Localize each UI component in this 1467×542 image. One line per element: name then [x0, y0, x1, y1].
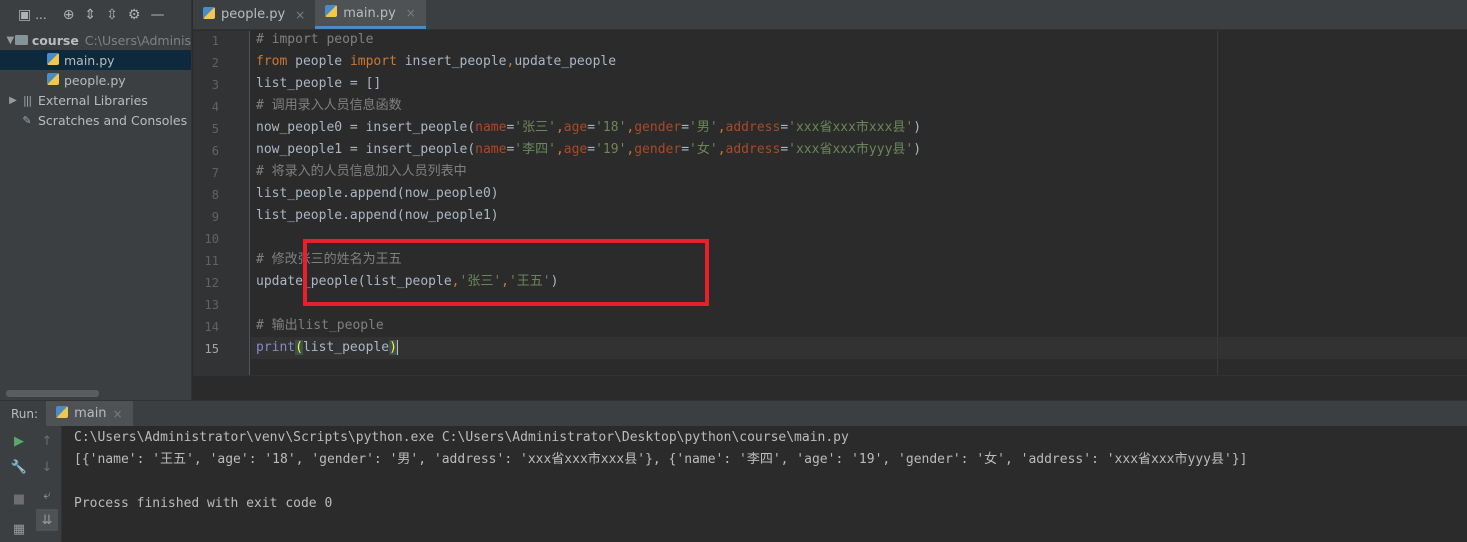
line-number: 10	[204, 232, 219, 246]
code-line[interactable]: from people import insert_people,update_…	[256, 51, 616, 73]
stop-icon[interactable]: ■	[8, 488, 30, 510]
tree-item-people-py[interactable]: people.py	[0, 70, 191, 90]
console-line: Process finished with exit code 0	[74, 496, 333, 511]
line-number-gutter: 1 2 3 4 5 6 7 8 9 10 11 12 13 14 15	[193, 31, 250, 375]
hide-icon[interactable]: —	[150, 7, 164, 23]
line-number-current: 15	[204, 342, 219, 356]
line-number: 2	[211, 56, 219, 70]
collapse-all-icon[interactable]: ⇳	[106, 7, 118, 23]
console-line: [{'name': '王五', 'age': '18', 'gender': '…	[74, 452, 1248, 467]
code-line[interactable]: now_people0 = insert_people(name='张三',ag…	[256, 117, 921, 139]
caret-row-highlight	[251, 337, 1467, 359]
text-caret	[396, 340, 398, 355]
rerun-icon[interactable]: ▶	[8, 430, 30, 452]
python-file-icon	[56, 405, 69, 422]
close-icon[interactable]: ×	[113, 407, 123, 421]
tree-item-label: main.py	[64, 52, 115, 68]
code-line[interactable]: list_people.append(now_people1)	[256, 205, 499, 227]
tree-item-course[interactable]: ▼ course C:\Users\Adminis	[0, 30, 191, 50]
run-tab-main[interactable]: main ×	[46, 401, 133, 426]
line-number: 8	[211, 188, 219, 202]
run-label: Run:	[11, 406, 39, 421]
arrow-up-icon[interactable]: ↑	[36, 430, 58, 452]
project-view-icon[interactable]: ▣	[18, 7, 31, 23]
run-panel-header: Run: main ×	[0, 400, 1467, 426]
scratches-icon: ✎	[22, 113, 32, 127]
line-number: 3	[211, 78, 219, 92]
code-line[interactable]: # 调用录入人员信息函数	[256, 95, 402, 117]
chevron-down-icon[interactable]: ▼	[6, 35, 15, 46]
tab-main-py[interactable]: main.py ×	[315, 0, 426, 29]
editor-horizontal-scroll-area[interactable]	[193, 375, 1467, 399]
line-number: 13	[204, 298, 219, 312]
python-file-icon	[325, 5, 338, 21]
editor-tab-bar: people.py × main.py ×	[193, 0, 1467, 30]
line-number: 14	[204, 320, 219, 334]
project-root-name: course	[31, 32, 79, 48]
tab-label: people.py	[221, 7, 286, 22]
run-toolbar: ▶ 🔧 ■ ▦ ↑ ↓ ⤶ ⇊	[0, 426, 62, 542]
tab-label: main.py	[343, 5, 396, 21]
code-line[interactable]: # 将录入的人员信息加入人员列表中	[256, 161, 467, 183]
line-number: 1	[211, 34, 219, 48]
tree-item-label: people.py	[64, 72, 126, 88]
line-number: 4	[211, 100, 219, 114]
locate-icon[interactable]: ⊕	[63, 7, 75, 23]
gear-icon[interactable]: ⚙	[128, 7, 141, 23]
code-editor[interactable]: 1 2 3 4 5 6 7 8 9 10 11 12 13 14 15 # im…	[193, 31, 1467, 375]
code-area[interactable]: # import people from people import inser…	[251, 31, 1467, 375]
run-console-output[interactable]: C:\Users\Administrator\venv\Scripts\pyth…	[62, 426, 1467, 542]
wrench-icon[interactable]: 🔧	[8, 456, 30, 478]
code-line[interactable]: list_people.append(now_people0)	[256, 183, 499, 205]
project-panel: ▣ ... ⊕ ⇕ ⇳ ⚙ — ▼ course C:\Users\Admini…	[0, 0, 192, 400]
chevron-right-icon[interactable]: ▶	[6, 95, 20, 106]
code-line-current[interactable]: print(list_people)	[256, 337, 398, 359]
python-file-icon	[46, 72, 60, 88]
code-line[interactable]: # import people	[256, 31, 373, 51]
layout-icon[interactable]: ▦	[8, 518, 30, 540]
code-line[interactable]: # 输出list_people	[256, 315, 384, 337]
right-margin-guide	[1217, 31, 1218, 375]
project-root-path: C:\Users\Adminis	[84, 32, 191, 48]
python-file-icon	[46, 52, 60, 68]
folder-icon	[14, 34, 28, 47]
python-file-icon	[203, 6, 215, 23]
scroll-to-end-icon[interactable]: ⇊	[36, 509, 58, 531]
line-number: 6	[211, 144, 219, 158]
line-number: 7	[211, 166, 219, 180]
library-icon: |||	[22, 93, 32, 107]
close-icon[interactable]: ×	[406, 6, 416, 20]
close-icon[interactable]: ×	[295, 8, 305, 22]
line-number: 5	[211, 122, 219, 136]
line-number: 12	[204, 276, 219, 290]
tree-item-label: Scratches and Consoles	[38, 112, 188, 128]
arrow-down-icon[interactable]: ↓	[36, 456, 58, 478]
code-line[interactable]: now_people1 = insert_people(name='李四',ag…	[256, 139, 921, 161]
run-tab-label: main	[74, 406, 107, 421]
tree-item-main-py[interactable]: main.py	[0, 50, 191, 70]
tree-item-label: External Libraries	[38, 92, 148, 108]
annotation-highlight-box	[303, 239, 709, 306]
tree-item-external-libraries[interactable]: ▶ ||| External Libraries	[0, 90, 191, 110]
code-line[interactable]: list_people = []	[256, 73, 381, 95]
soft-wrap-icon[interactable]: ⤶	[36, 484, 58, 506]
project-toolbar: ▣ ... ⊕ ⇕ ⇳ ⚙ —	[0, 0, 191, 30]
tab-people-py[interactable]: people.py ×	[193, 0, 315, 29]
project-horizontal-scrollbar[interactable]	[6, 390, 99, 397]
expand-all-icon[interactable]: ⇕	[84, 7, 96, 23]
tree-item-scratches[interactable]: ✎ Scratches and Consoles	[0, 110, 191, 130]
console-line: C:\Users\Administrator\venv\Scripts\pyth…	[74, 430, 849, 445]
project-view-title[interactable]: ...	[35, 8, 46, 22]
line-number: 11	[204, 254, 219, 268]
line-number: 9	[211, 210, 219, 224]
